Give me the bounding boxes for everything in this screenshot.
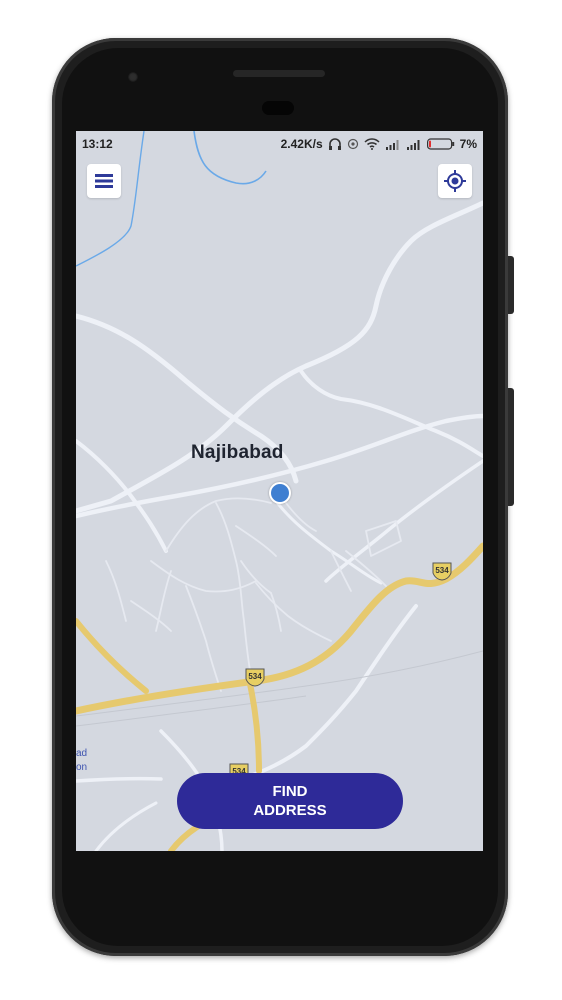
signal-icon (406, 140, 420, 150)
hamburger-menu-icon (95, 174, 113, 188)
place-label: Najibabad (191, 442, 284, 463)
status-time: 13:12 (82, 137, 113, 151)
app-screen: 534 534 534 ad on Najibabad 13:12 2.42K/… (76, 131, 483, 851)
power-button (508, 388, 514, 506)
front-camera (128, 72, 138, 82)
highway-shield: 534 (244, 667, 266, 687)
map-partial-label: on (76, 762, 88, 773)
find-address-button[interactable]: FIND ADDRESS (177, 773, 403, 829)
status-icons: 2.42K/s 7% (281, 137, 477, 151)
my-location-icon (444, 170, 466, 192)
my-location-button[interactable] (438, 164, 472, 198)
map-partial-label: ad (76, 748, 88, 759)
battery-icon (426, 138, 454, 150)
wifi-icon (364, 138, 380, 150)
proximity-sensor (262, 101, 294, 115)
hotspot-icon (347, 138, 358, 150)
find-address-label-line2: ADDRESS (253, 802, 327, 819)
network-speed: 2.42K/s (280, 137, 323, 151)
highway-number: 534 (435, 566, 449, 575)
headphones-icon (328, 138, 341, 150)
highway-number: 534 (248, 672, 262, 681)
volume-button (508, 256, 514, 314)
find-address-label-line1: FIND (272, 783, 308, 800)
battery-percent: 7% (459, 137, 477, 151)
signal-icon (385, 140, 399, 150)
highway-shield: 534 (431, 561, 453, 581)
current-location-marker (269, 482, 291, 504)
earpiece-speaker (233, 70, 325, 77)
status-bar: 13:12 2.42K/s 7% (76, 131, 483, 157)
menu-button[interactable] (87, 164, 121, 198)
